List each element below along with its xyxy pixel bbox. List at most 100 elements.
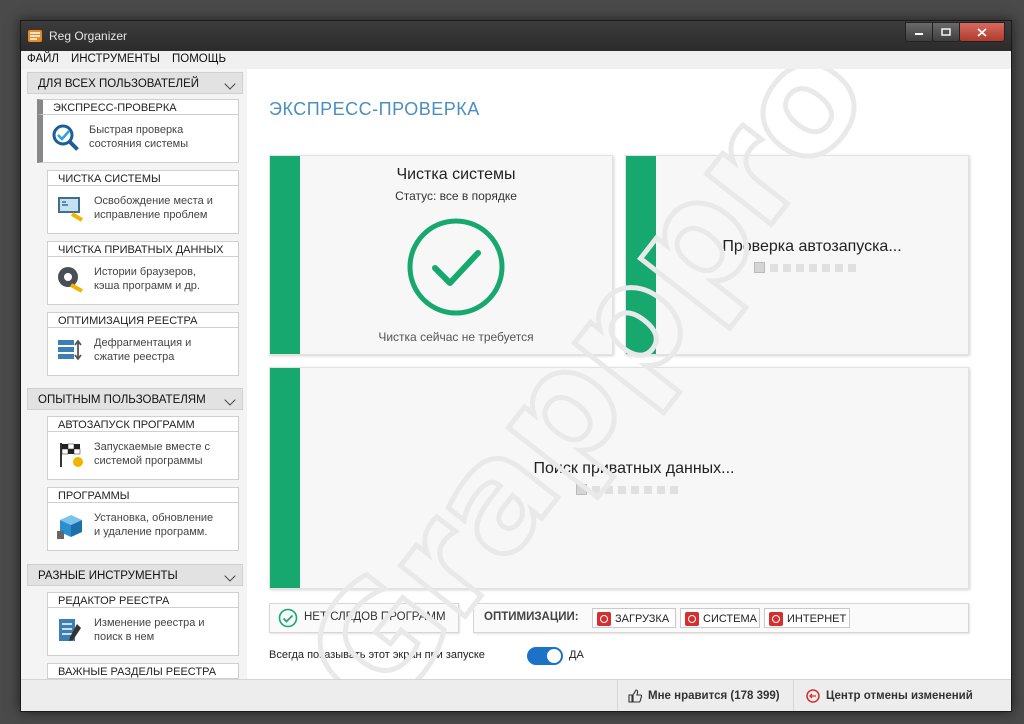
card-status: Статус: все в порядке xyxy=(395,189,517,203)
optimization-system-label: СИСТЕМА xyxy=(703,613,757,625)
box-install-icon xyxy=(57,515,82,539)
sidebar-item-desc: Освобождение места и исправление проблем xyxy=(94,195,213,221)
sidebar-item-system-cleanup[interactable]: ЧИСТКА СИСТЕМЫ Освобождение места и испра… xyxy=(47,170,239,234)
close-icon xyxy=(977,27,987,37)
magnifier-check-icon xyxy=(52,124,79,151)
sidebar-item-important-registry[interactable]: ВАЖНЫЕ РАЗДЕЛЫ РЕЕСТРА xyxy=(47,663,239,679)
like-button[interactable]: Мне нравится (178 399) xyxy=(617,680,794,711)
card-system-cleanup[interactable]: Чистка системы Статус: все в порядке Чис… xyxy=(269,155,613,355)
card-title: Чистка системы xyxy=(396,166,516,183)
minimize-button[interactable] xyxy=(905,22,933,42)
registry-edit-icon xyxy=(59,619,81,641)
check-circle-icon xyxy=(407,218,505,316)
undo-center-button[interactable]: Центр отмены изменений xyxy=(793,680,1011,711)
sidebar-item-desc: Истории браузеров, кэша программ и др. xyxy=(94,266,200,292)
sidebar-item-label: ОПТИМИЗАЦИЯ РЕЕСТРА xyxy=(47,312,239,328)
group-label: ОПЫТНЫМ ПОЛЬЗОВАТЕЛЯМ xyxy=(38,394,206,406)
optimizations-bar: ОПТИМИЗАЦИИ: ЗАГРУЗКА СИСТЕМА ИНТЕРНЕТ xyxy=(473,603,969,633)
sidebar-item-body: Дефрагментация и сжатие реестра xyxy=(47,328,239,376)
main-panel: ЭКСПРЕСС-ПРОВЕРКА Чистка системы Статус:… xyxy=(247,69,1011,679)
sidebar-item-label: ЧИСТКА СИСТЕМЫ xyxy=(47,170,239,186)
sidebar-item-label: ЧИСТКА ПРИВАТНЫХ ДАННЫХ xyxy=(47,241,239,257)
undo-circle-icon xyxy=(806,689,820,703)
power-icon xyxy=(769,612,783,626)
sidebar-item-label: ПРОГРАММЫ xyxy=(47,487,239,503)
show-on-start-value: ДА xyxy=(569,649,584,661)
no-traces-label: НЕТ СЛЕДОВ ПРОГРАММ xyxy=(304,611,446,623)
sidebar-item-label: РЕДАКТОР РЕЕСТРА xyxy=(47,592,239,608)
card-accent-stripe xyxy=(270,368,300,588)
optimization-system-button[interactable]: СИСТЕМА xyxy=(680,608,760,628)
group-all-users[interactable]: ДЛЯ ВСЕХ ПОЛЬЗОВАТЕЛЕЙ xyxy=(27,72,243,94)
sidebar-item-label: ЭКСПРЕСС-ПРОВЕРКА xyxy=(37,99,239,115)
sidebar-item-programs[interactable]: ПРОГРАММЫ Установка, обновление и удалени… xyxy=(47,487,239,551)
sidebar-item-desc: Установка, обновление и удаление программ… xyxy=(94,512,214,538)
check-circle-icon xyxy=(278,608,298,628)
power-icon xyxy=(597,612,611,626)
optimization-boot-label: ЗАГРУЗКА xyxy=(615,613,670,625)
group-advanced-users[interactable]: ОПЫТНЫМ ПОЛЬЗОВАТЕЛЯМ xyxy=(27,388,243,410)
window-title: Reg Organizer xyxy=(49,29,128,43)
sidebar-item-desc: Изменение реестра и поиск в нем xyxy=(94,617,205,643)
menu-tools[interactable]: ИНСТРУМЕНТЫ xyxy=(65,51,166,65)
no-traces-button[interactable]: НЕТ СЛЕДОВ ПРОГРАММ xyxy=(269,603,459,633)
optimizations-label: ОПТИМИЗАЦИИ: xyxy=(484,611,579,623)
sidebar-item-body: Изменение реестра и поиск в нем xyxy=(47,608,239,656)
sidebar-item-desc: Быстрая проверка состояния системы xyxy=(89,124,189,150)
chevron-down-icon xyxy=(224,78,236,90)
menu-bar: ФАЙЛ ИНСТРУМЕНТЫ ПОМОЩЬ xyxy=(21,51,1011,70)
maximize-button[interactable] xyxy=(932,22,960,42)
registry-compress-icon xyxy=(58,339,82,361)
card-private-data-search[interactable]: Поиск приватных данных... xyxy=(269,367,969,589)
group-label: РАЗНЫЕ ИНСТРУМЕНТЫ xyxy=(38,570,178,582)
window-controls xyxy=(905,22,1005,42)
power-icon xyxy=(685,612,699,626)
sidebar-item-body: Установка, обновление и удаление программ… xyxy=(47,503,239,551)
title-bar: Reg Organizer xyxy=(21,21,1011,51)
race-flag-icon xyxy=(60,443,83,467)
progress-indicator xyxy=(576,484,683,495)
sidebar-item-express-check[interactable]: ЭКСПРЕСС-ПРОВЕРКА Быстрая проверка состоя… xyxy=(37,99,239,163)
menu-help[interactable]: ПОМОЩЬ xyxy=(166,51,232,65)
app-logo-icon xyxy=(28,30,42,42)
likes-count: Мне нравится (178 399) xyxy=(648,690,780,702)
show-on-start-label: Всегда показывать этот экран при запуске xyxy=(269,649,485,661)
sidebar-item-body: Освобождение места и исправление проблем xyxy=(47,186,239,234)
optimization-internet-label: ИНТЕРНЕТ xyxy=(787,613,847,625)
sidebar-item-registry-editor[interactable]: РЕДАКТОР РЕЕСТРА Изменение реестра и поис… xyxy=(47,592,239,656)
eye-broom-icon xyxy=(58,267,83,293)
sidebar-item-label: АВТОЗАПУСК ПРОГРАММ xyxy=(47,416,239,432)
card-note: Чистка сейчас не требуется xyxy=(378,330,534,344)
close-button[interactable] xyxy=(959,22,1005,42)
sidebar-item-label: ВАЖНЫЕ РАЗДЕЛЫ РЕЕСТРА xyxy=(47,663,239,679)
minimize-icon xyxy=(915,33,923,35)
card-accent-stripe xyxy=(626,156,656,354)
undo-center-label: Центр отмены изменений xyxy=(826,690,973,702)
card-title: Проверка автозапуска... xyxy=(722,238,902,255)
card-title: Поиск приватных данных... xyxy=(533,460,735,477)
sidebar-item-body: Истории браузеров, кэша программ и др. xyxy=(47,257,239,305)
sidebar-item-body: Запускаемые вместе с системой программы xyxy=(47,432,239,480)
show-on-start-toggle[interactable] xyxy=(527,647,563,665)
chevron-down-icon xyxy=(224,394,236,406)
sidebar-item-autorun[interactable]: АВТОЗАПУСК ПРОГРАММ Запускаемые вместе с… xyxy=(47,416,239,480)
optimization-internet-button[interactable]: ИНТЕРНЕТ xyxy=(764,608,850,628)
sidebar-item-private-data[interactable]: ЧИСТКА ПРИВАТНЫХ ДАННЫХ Истории браузеро… xyxy=(47,241,239,305)
optimization-boot-button[interactable]: ЗАГРУЗКА xyxy=(592,608,676,628)
group-misc-tools[interactable]: РАЗНЫЕ ИНСТРУМЕНТЫ xyxy=(27,564,243,586)
group-label: ДЛЯ ВСЕХ ПОЛЬЗОВАТЕЛЕЙ xyxy=(38,78,200,90)
menu-file[interactable]: ФАЙЛ xyxy=(21,51,65,65)
sidebar-item-desc: Дефрагментация и сжатие реестра xyxy=(94,337,192,363)
progress-indicator xyxy=(754,262,861,273)
card-accent-stripe xyxy=(270,156,300,354)
card-autorun-check[interactable]: Проверка автозапуска... xyxy=(625,155,969,355)
thumbs-up-icon xyxy=(628,689,642,703)
monitor-broom-icon xyxy=(58,197,84,222)
sidebar-item-body: Быстрая проверка состояния системы xyxy=(37,115,239,163)
sidebar-item-registry-optimization[interactable]: ОПТИМИЗАЦИЯ РЕЕСТРА Дефрагментация и сжат… xyxy=(47,312,239,376)
status-bar: Мне нравится (178 399) Центр отмены изме… xyxy=(21,679,1011,711)
chevron-down-icon xyxy=(224,570,236,582)
page-title: ЭКСПРЕСС-ПРОВЕРКА xyxy=(269,99,480,119)
maximize-icon xyxy=(941,28,951,36)
sidebar: ДЛЯ ВСЕХ ПОЛЬЗОВАТЕЛЕЙ ЭКСПРЕСС-ПРОВЕРКА… xyxy=(21,69,247,679)
